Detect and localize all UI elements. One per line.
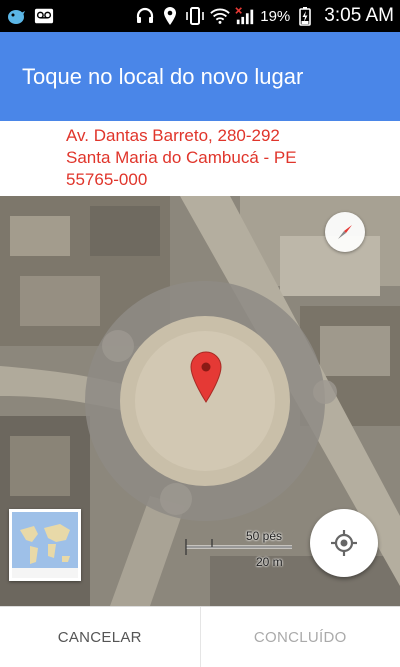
compass-button[interactable] [325, 212, 365, 252]
crosshair-icon [331, 530, 357, 556]
bird-icon [6, 6, 26, 26]
scale-meters: 20 m [256, 555, 283, 569]
wifi-icon [210, 6, 230, 26]
action-bar: CANCELAR CONCLUÍDO [0, 606, 400, 667]
status-bar: 19% 3:05 AM [0, 0, 400, 32]
done-button[interactable]: CONCLUÍDO [201, 607, 400, 667]
my-location-button[interactable] [310, 509, 378, 577]
map-type-button[interactable] [9, 509, 81, 581]
map-pin-icon[interactable] [190, 351, 222, 403]
address-postal-code: 55765-000 [66, 170, 148, 189]
selected-address: Av. Dantas Barreto, 280-292 Santa Maria … [0, 121, 400, 196]
signal-icon [235, 6, 255, 26]
clock: 3:05 AM [324, 5, 394, 26]
compass-icon [338, 225, 352, 239]
map-scale: 50 pés 20 m [184, 529, 294, 573]
voicemail-icon [34, 6, 54, 26]
world-map-icon [12, 512, 78, 578]
vibrate-icon [185, 6, 205, 26]
map-view[interactable]: 50 pés 20 m [0, 196, 400, 606]
location-icon [160, 6, 180, 26]
scale-bar [185, 539, 292, 555]
cancel-button[interactable]: CANCELAR [0, 607, 201, 667]
address-street: Av. Dantas Barreto, 280-292 [66, 126, 280, 145]
app-bar: Toque no local do novo lugar [0, 32, 400, 121]
headset-icon [135, 6, 155, 26]
battery-percent: 19% [260, 7, 291, 25]
page-title: Toque no local do novo lugar [22, 63, 304, 89]
battery-charging-icon [295, 6, 315, 26]
address-city: Santa Maria do Cambucá - PE [66, 148, 297, 167]
